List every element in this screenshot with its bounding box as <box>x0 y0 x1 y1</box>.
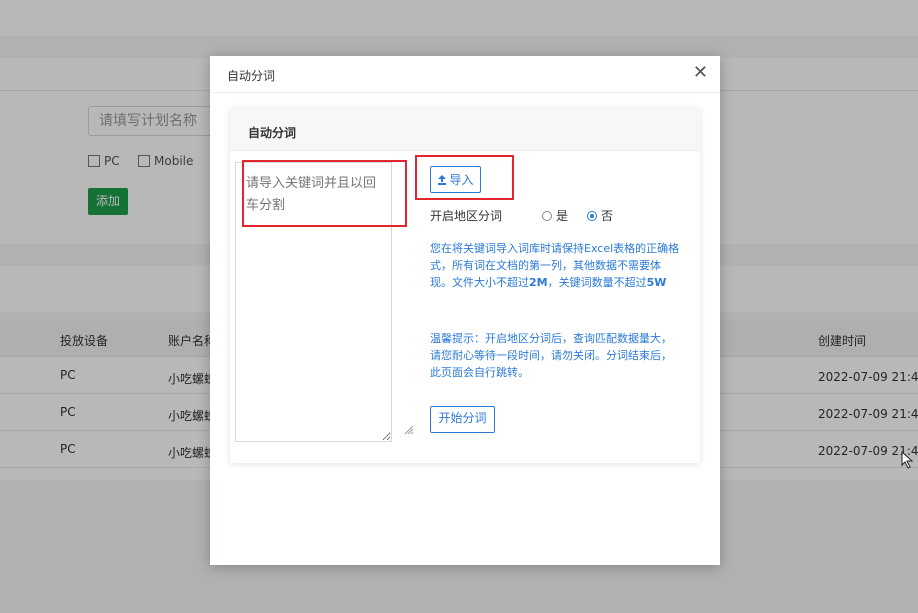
region-radio-no[interactable]: 否 <box>587 207 613 224</box>
tip-size: 2M <box>529 276 548 289</box>
radio-no-label: 否 <box>601 209 614 223</box>
auto-segment-dialog: 自动分词 ✕ 自动分词 导入 开启地区分词 是 否 您在将关键词导入词库时请保持… <box>210 56 720 565</box>
mouse-cursor-icon <box>901 451 914 469</box>
highlight-box-keywords <box>242 160 407 227</box>
region-warning-tip: 温馨提示：开启地区分词后，查询匹配数据量大，请您耐心等待一段时间，请勿关闭。分词… <box>430 332 672 379</box>
radio-yes-label: 是 <box>556 209 569 223</box>
radio-checked-icon <box>587 210 597 221</box>
region-radio-yes[interactable]: 是 <box>542 207 568 224</box>
card-title: 自动分词 <box>248 126 297 140</box>
region-segment-label: 开启地区分词 <box>430 209 503 223</box>
tip-count: 5W <box>646 276 667 289</box>
close-icon[interactable]: ✕ <box>693 63 708 83</box>
resize-grip-icon[interactable] <box>402 423 414 435</box>
start-segment-button[interactable]: 开始分词 <box>430 406 495 433</box>
dialog-header: 自动分词 ✕ <box>210 56 720 93</box>
highlight-box-import <box>415 155 514 200</box>
import-format-tip: 您在将关键词导入词库时请保持Excel表格的正确格式，所有词在文档的第一列，其他… <box>430 240 682 291</box>
card-header: 自动分词 <box>230 108 700 151</box>
dialog-title: 自动分词 <box>227 69 276 83</box>
tip-text: ，关键词数量不超过 <box>547 276 647 289</box>
radio-unchecked-icon <box>542 210 552 221</box>
